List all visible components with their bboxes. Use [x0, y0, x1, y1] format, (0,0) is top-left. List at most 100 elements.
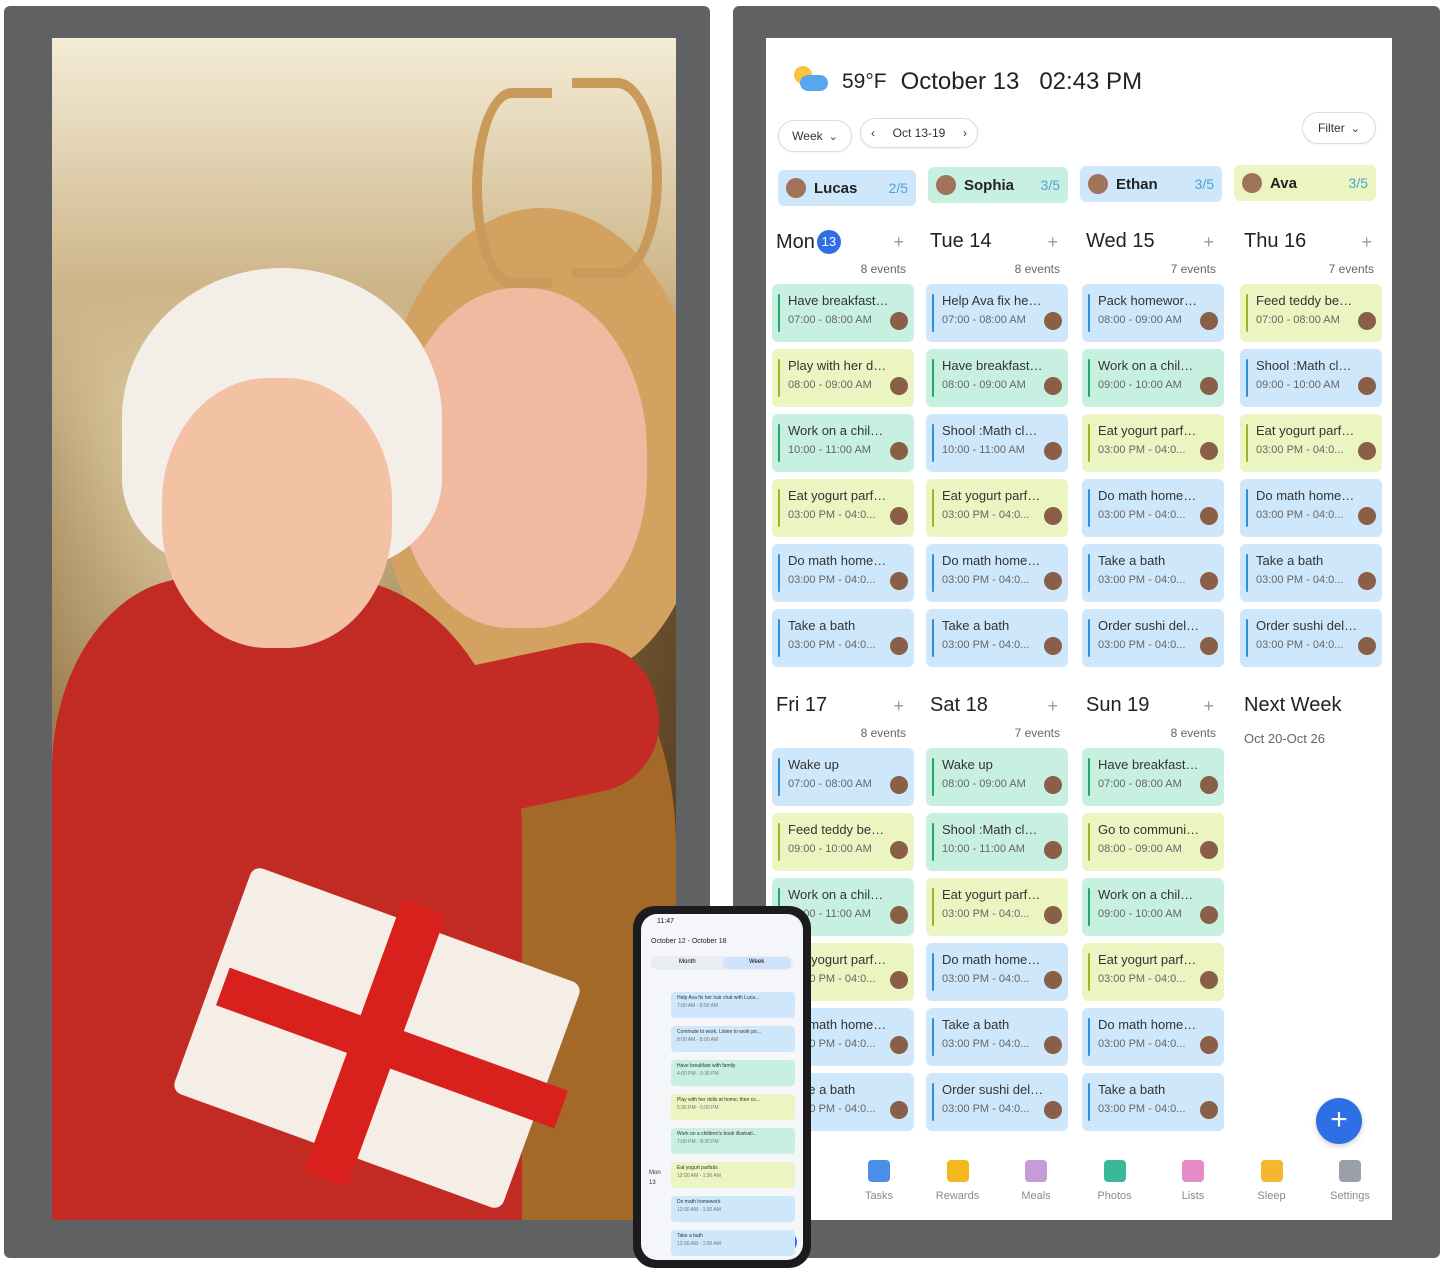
add-icon[interactable]: +	[1203, 696, 1214, 717]
phone-event-title: Play with her dolls at home, then co...	[677, 1097, 761, 1103]
phone-event-title: Commute to work. Listen to work po...	[677, 1029, 761, 1035]
event-title: Take a bath	[942, 1017, 1010, 1032]
person-chip-2[interactable]: Ethan 3/5	[1080, 166, 1222, 202]
day-name-text: Fri 17	[776, 694, 828, 716]
add-icon[interactable]: +	[1047, 232, 1058, 253]
event-card[interactable]: Eat yogurt parfaits 03:00 PM - 04:0...	[1082, 943, 1224, 1001]
event-card[interactable]: Do math homewo... 03:00 PM - 04:0...	[772, 544, 914, 602]
event-card[interactable]: Take a bath 03:00 PM - 04:0...	[1082, 544, 1224, 602]
event-card[interactable]: Feed teddy bear"p... 07:00 - 08:00 AM	[1240, 284, 1382, 342]
next-week-icon[interactable]: ›	[963, 126, 967, 140]
avatar	[1088, 174, 1108, 194]
phone-tab-week[interactable]: Week	[749, 959, 764, 965]
phone-event-card[interactable]: Take a bath 12:00 AM - 1:00 AM	[671, 1230, 795, 1256]
event-card[interactable]: Shool :Math class... 10:00 - 11:00 AM	[926, 414, 1068, 472]
phone-event-card[interactable]: Commute to work. Listen to work po... 8:0…	[671, 1026, 795, 1052]
view-label: Week	[792, 129, 823, 143]
event-card[interactable]: Order sushi delive... 03:00 PM - 04:0...	[1082, 609, 1224, 667]
event-card[interactable]: Take a bath 03:00 PM - 04:0...	[772, 609, 914, 667]
event-card[interactable]: Do math homewo... 03:00 PM - 04:0...	[926, 943, 1068, 1001]
event-card[interactable]: Pack homework i... 08:00 - 09:00 AM	[1082, 284, 1224, 342]
gear-icon	[1339, 1160, 1361, 1182]
person-chip-1[interactable]: Sophia 3/5	[928, 167, 1068, 203]
event-time: 10:00 - 11:00 AM	[942, 444, 1025, 456]
add-event-button[interactable]: +	[1316, 1098, 1362, 1144]
event-time: 07:00 - 08:00 AM	[1098, 778, 1182, 790]
tab-settings[interactable]: Settings	[1311, 1156, 1389, 1202]
event-card[interactable]: Take a bath 03:00 PM - 04:0...	[1240, 544, 1382, 602]
event-card[interactable]: Work on a childre... 10:00 - 11:00 AM	[772, 414, 914, 472]
event-title: Work on a childre...	[1098, 887, 1200, 902]
event-card[interactable]: Order sushi delive... 03:00 PM - 04:0...	[926, 1073, 1068, 1131]
event-card[interactable]: Feed teddy bear"p... 09:00 - 10:00 AM	[772, 813, 914, 871]
add-icon[interactable]: +	[1203, 232, 1214, 253]
phone-event-card[interactable]: Eat yogurt parfaits 12:00 AM - 1:30 AM	[671, 1162, 795, 1188]
phone-day-number: 13	[649, 1180, 656, 1186]
person-chip-0[interactable]: Lucas 2/5	[778, 170, 916, 206]
event-count: 8 events	[1014, 262, 1060, 276]
tab-rewards[interactable]: Rewards	[919, 1156, 997, 1202]
add-icon[interactable]: +	[893, 232, 904, 253]
add-icon[interactable]: +	[893, 696, 904, 717]
event-card[interactable]: Eat yogurt parfaits 03:00 PM - 04:0...	[926, 878, 1068, 936]
event-card[interactable]: Do math homewo... 03:00 PM - 04:0...	[1082, 479, 1224, 537]
event-title: Work on a childre...	[1098, 358, 1200, 373]
event-card[interactable]: Do math homewo... 03:00 PM - 04:0...	[1240, 479, 1382, 537]
add-icon[interactable]: +	[1047, 696, 1058, 717]
add-icon[interactable]: +	[1361, 232, 1372, 253]
tab-meals[interactable]: Meals	[997, 1156, 1075, 1202]
phone-view-toggle[interactable]: Month Week	[651, 956, 793, 970]
phone-event-card[interactable]: Work on a children's book illustrati... 7…	[671, 1128, 795, 1154]
event-card[interactable]: Eat yogurt parfaits 03:00 PM - 04:0...	[1082, 414, 1224, 472]
event-time: 03:00 PM - 04:0...	[1256, 574, 1344, 586]
event-time: 03:00 PM - 04:0...	[1098, 1103, 1186, 1115]
phone-event-card[interactable]: Have breakfast with family 4:00 PM - 5:30…	[671, 1060, 795, 1086]
moon-icon	[1260, 1160, 1283, 1182]
next-week-panel[interactable]: Next Week Oct 20-Oct 26	[1244, 694, 1341, 746]
tab-lists[interactable]: Lists	[1154, 1156, 1232, 1202]
tab-photos[interactable]: Photos	[1076, 1156, 1154, 1202]
prev-week-icon[interactable]: ‹	[871, 126, 875, 140]
event-card[interactable]: Do math homewo... 03:00 PM - 04:0...	[926, 544, 1068, 602]
avatar	[1044, 776, 1062, 794]
avatar	[1044, 1101, 1062, 1119]
event-card[interactable]: Order sushi delive... 03:00 PM - 04:0...	[1240, 609, 1382, 667]
event-card[interactable]: Wake up 08:00 - 09:00 AM	[926, 748, 1068, 806]
event-card[interactable]: Play with her doll... 08:00 - 09:00 AM	[772, 349, 914, 407]
day-name: Thu 16	[1244, 230, 1306, 253]
event-card[interactable]: Eat yogurt parfaits 03:00 PM - 04:0...	[926, 479, 1068, 537]
avatar	[890, 442, 908, 460]
event-card[interactable]: Take a bath 03:00 PM - 04:0...	[926, 1008, 1068, 1066]
event-title: Play with her doll...	[788, 358, 890, 373]
avatar	[1044, 637, 1062, 655]
event-time: 10:00 - 11:00 AM	[788, 444, 871, 456]
view-dropdown[interactable]: Week ⌄	[778, 120, 852, 152]
event-card[interactable]: Have breakfast wi... 07:00 - 08:00 AM	[772, 284, 914, 342]
event-card[interactable]: Eat yogurt parfaits 03:00 PM - 04:0...	[772, 479, 914, 537]
event-card[interactable]: Do math homewo... 03:00 PM - 04:0...	[1082, 1008, 1224, 1066]
people-bar: Lucas 2/5 Sophia 3/5 Ethan 3/5 Ava 3/5	[778, 165, 1378, 206]
person-chip-3[interactable]: Ava 3/5	[1234, 165, 1376, 201]
phone-event-card[interactable]: Play with her dolls at home, then co... 5…	[671, 1094, 795, 1120]
event-card[interactable]: Go to community... 08:00 - 09:00 AM	[1082, 813, 1224, 871]
phone-tab-month[interactable]: Month	[679, 959, 696, 965]
tab-sleep[interactable]: Sleep	[1233, 1156, 1311, 1202]
avatar	[1242, 173, 1262, 193]
event-card[interactable]: Take a bath 03:00 PM - 04:0...	[926, 609, 1068, 667]
event-card[interactable]: Shool :Math class... 09:00 - 10:00 AM	[1240, 349, 1382, 407]
event-card[interactable]: Take a bath 03:00 PM - 04:0...	[1082, 1073, 1224, 1131]
tab-tasks[interactable]: Tasks	[840, 1156, 918, 1202]
event-card[interactable]: Work on a childre... 09:00 - 10:00 AM	[1082, 349, 1224, 407]
event-card[interactable]: Shool :Math class... 10:00 - 11:00 AM	[926, 813, 1068, 871]
event-time: 09:00 - 10:00 AM	[1256, 379, 1340, 391]
event-card[interactable]: Wake up 07:00 - 08:00 AM	[772, 748, 914, 806]
filter-dropdown[interactable]: Filter ⌄	[1302, 112, 1376, 144]
phone-event-card[interactable]: Do math homework 12:00 AM - 1:00 AM	[671, 1196, 795, 1222]
event-card[interactable]: Work on a childre... 09:00 - 10:00 AM	[1082, 878, 1224, 936]
event-card[interactable]: Have breakfast wi... 08:00 - 09:00 AM	[926, 349, 1068, 407]
event-card[interactable]: Help Ava fix her h... 07:00 - 08:00 AM	[926, 284, 1068, 342]
phone-event-card[interactable]: Help Ava fix her hair chat with Luca... 7…	[671, 992, 795, 1018]
event-card[interactable]: Have breakfast wi... 07:00 - 08:00 AM	[1082, 748, 1224, 806]
event-card[interactable]: Eat yogurt parfaits 03:00 PM - 04:0...	[1240, 414, 1382, 472]
event-count: 8 events	[860, 726, 906, 740]
